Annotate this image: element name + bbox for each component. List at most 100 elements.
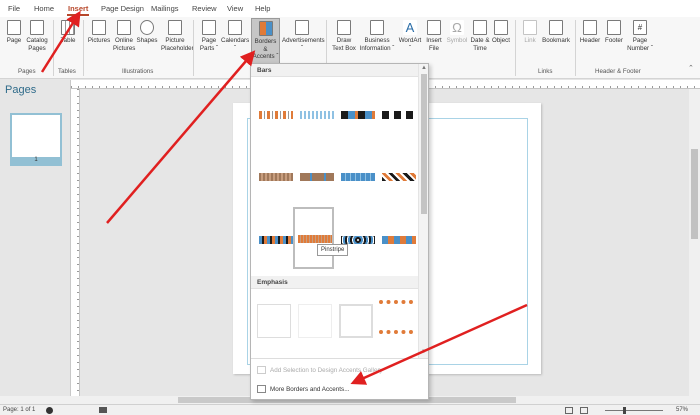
- gallery-scroll-thumb[interactable]: [421, 74, 427, 214]
- table-button[interactable]: Table: [58, 20, 78, 45]
- zoom-slider-knob[interactable]: [623, 407, 626, 414]
- group-label-pages: Pages: [18, 68, 36, 75]
- gallery-scrollbar[interactable]: ▲ ▼: [418, 64, 428, 358]
- vertical-scrollbar[interactable]: [689, 89, 700, 404]
- vertical-scroll-thumb[interactable]: [691, 149, 698, 239]
- page-icon: [7, 20, 21, 35]
- header-icon: [583, 20, 597, 35]
- catalog-pages-icon: [30, 20, 44, 35]
- zoom-level: 57%: [676, 407, 689, 413]
- date-time-button[interactable]: Date & Time: [469, 20, 491, 52]
- object-button[interactable]: Object: [491, 20, 511, 45]
- catalog-pages-button[interactable]: Catalog Pages: [26, 20, 48, 52]
- wordart-icon: A: [403, 20, 417, 35]
- online-pictures-icon: [117, 20, 131, 35]
- group-separator: [515, 20, 516, 76]
- advertisements-icon: [295, 20, 309, 35]
- group-label-tables: Tables: [58, 68, 76, 75]
- bar-accent-pinstripe[interactable]: [293, 207, 334, 269]
- more-borders-and-accents[interactable]: More Borders and Accents...: [257, 385, 349, 393]
- pages-pane-title: Pages: [5, 84, 37, 96]
- calendars-button[interactable]: Calendars ˇ: [221, 20, 249, 52]
- zoom-slider[interactable]: [605, 410, 663, 411]
- page-number-button[interactable]: # Page Number ˇ: [627, 20, 653, 52]
- bar-accent-9[interactable]: [255, 229, 295, 249]
- scroll-down-icon[interactable]: ▼: [421, 349, 427, 355]
- advertisements-button[interactable]: Advertisements ˇ: [282, 20, 325, 52]
- wordart-button[interactable]: A WordArt ˇ: [398, 20, 422, 52]
- emphasis-accent-3[interactable]: [339, 304, 373, 338]
- collapse-ribbon-icon[interactable]: ⌃: [688, 65, 694, 73]
- text-box-icon: [337, 20, 351, 35]
- page-number-icon: #: [633, 20, 647, 35]
- tab-file[interactable]: File: [8, 4, 20, 13]
- picture-placeholder-button[interactable]: Picture Placeholder: [161, 20, 194, 52]
- gallery-tooltip: Pinstripe: [317, 244, 349, 256]
- tab-page-design[interactable]: Page Design: [101, 4, 144, 13]
- table-icon: [61, 20, 75, 35]
- footer-icon: [607, 20, 621, 35]
- tab-view[interactable]: View: [227, 4, 243, 13]
- page-parts-icon: [202, 20, 216, 35]
- bar-accent-2[interactable]: [296, 104, 336, 124]
- bar-accent-5[interactable]: [255, 166, 295, 186]
- bar-accent-12[interactable]: [378, 229, 418, 249]
- shapes-button[interactable]: Shapes: [136, 20, 158, 45]
- add-selection-to-gallery[interactable]: Add Selection to Design Accents Gallery: [257, 366, 383, 374]
- tab-mailings[interactable]: Mailings: [151, 4, 179, 13]
- bookmark-button[interactable]: Bookmark: [541, 20, 571, 45]
- page-parts-button[interactable]: Page Parts ˇ: [199, 20, 219, 52]
- page-count: Page: 1 of 1: [3, 407, 36, 413]
- pages-pane: Pages 1: [0, 80, 71, 404]
- bar-accent-6[interactable]: [296, 166, 336, 186]
- bar-accent-4[interactable]: [378, 104, 418, 124]
- borders-accents-icon: [258, 21, 273, 36]
- omega-icon: Ω: [450, 20, 464, 35]
- pictures-button[interactable]: Pictures: [87, 20, 111, 45]
- business-information-button[interactable]: Business Information ˇ: [359, 20, 395, 52]
- scroll-up-icon[interactable]: ▲: [421, 65, 427, 71]
- emphasis-accent-4[interactable]: [379, 300, 413, 334]
- header-button[interactable]: Header: [579, 20, 601, 45]
- symbol-button[interactable]: Ω Symbol: [446, 20, 468, 45]
- tab-insert[interactable]: Insert: [66, 4, 90, 16]
- bar-accent-8[interactable]: [378, 166, 418, 186]
- bookmark-icon: [549, 20, 563, 35]
- tab-home[interactable]: Home: [34, 4, 54, 13]
- borders-icon: [257, 385, 266, 393]
- insert-file-button[interactable]: Insert File: [424, 20, 444, 52]
- borders-accents-gallery: Bars Pinstripe Emphasis ▲ ▼ Add Selectio…: [250, 63, 429, 400]
- two-page-view-icon[interactable]: [580, 407, 588, 414]
- menu-divider: [251, 358, 428, 359]
- bar-accent-3[interactable]: [337, 104, 377, 124]
- bar-accent-1[interactable]: [255, 104, 295, 124]
- online-pictures-button[interactable]: Online Pictures: [113, 20, 135, 52]
- group-separator: [83, 20, 84, 76]
- draw-text-box-button[interactable]: Draw Text Box: [331, 20, 357, 52]
- link-button[interactable]: Link: [520, 20, 540, 45]
- macro-icon: [99, 407, 107, 413]
- ribbon-tabs: File Home Insert Page Design Mailings Re…: [0, 0, 700, 17]
- picture-placeholder-icon: [168, 20, 182, 35]
- emphasis-accent-1[interactable]: [257, 304, 291, 338]
- page-thumbnail-number: 1: [10, 157, 62, 166]
- status-bar: Page: 1 of 1 57%: [0, 404, 700, 415]
- tab-help[interactable]: Help: [255, 4, 270, 13]
- borders-accents-button[interactable]: Borders & Accents ˇ: [251, 18, 280, 64]
- add-gallery-icon: [257, 366, 266, 374]
- group-label-illustrations: Illustrations: [122, 68, 154, 75]
- object-position-icon: [46, 407, 53, 414]
- group-separator: [53, 20, 54, 76]
- object-icon: [494, 20, 508, 35]
- group-label-links: Links: [538, 68, 553, 75]
- page-button[interactable]: Page: [4, 20, 24, 45]
- bar-accent-7[interactable]: [337, 166, 377, 186]
- emphasis-accent-2[interactable]: [298, 304, 332, 338]
- link-icon: [523, 20, 537, 35]
- tab-review[interactable]: Review: [192, 4, 217, 13]
- vertical-ruler: [71, 89, 80, 405]
- single-page-view-icon[interactable]: [565, 407, 573, 414]
- insert-file-icon: [427, 20, 441, 35]
- gallery-section-bars: Bars: [251, 64, 418, 77]
- footer-button[interactable]: Footer: [603, 20, 625, 45]
